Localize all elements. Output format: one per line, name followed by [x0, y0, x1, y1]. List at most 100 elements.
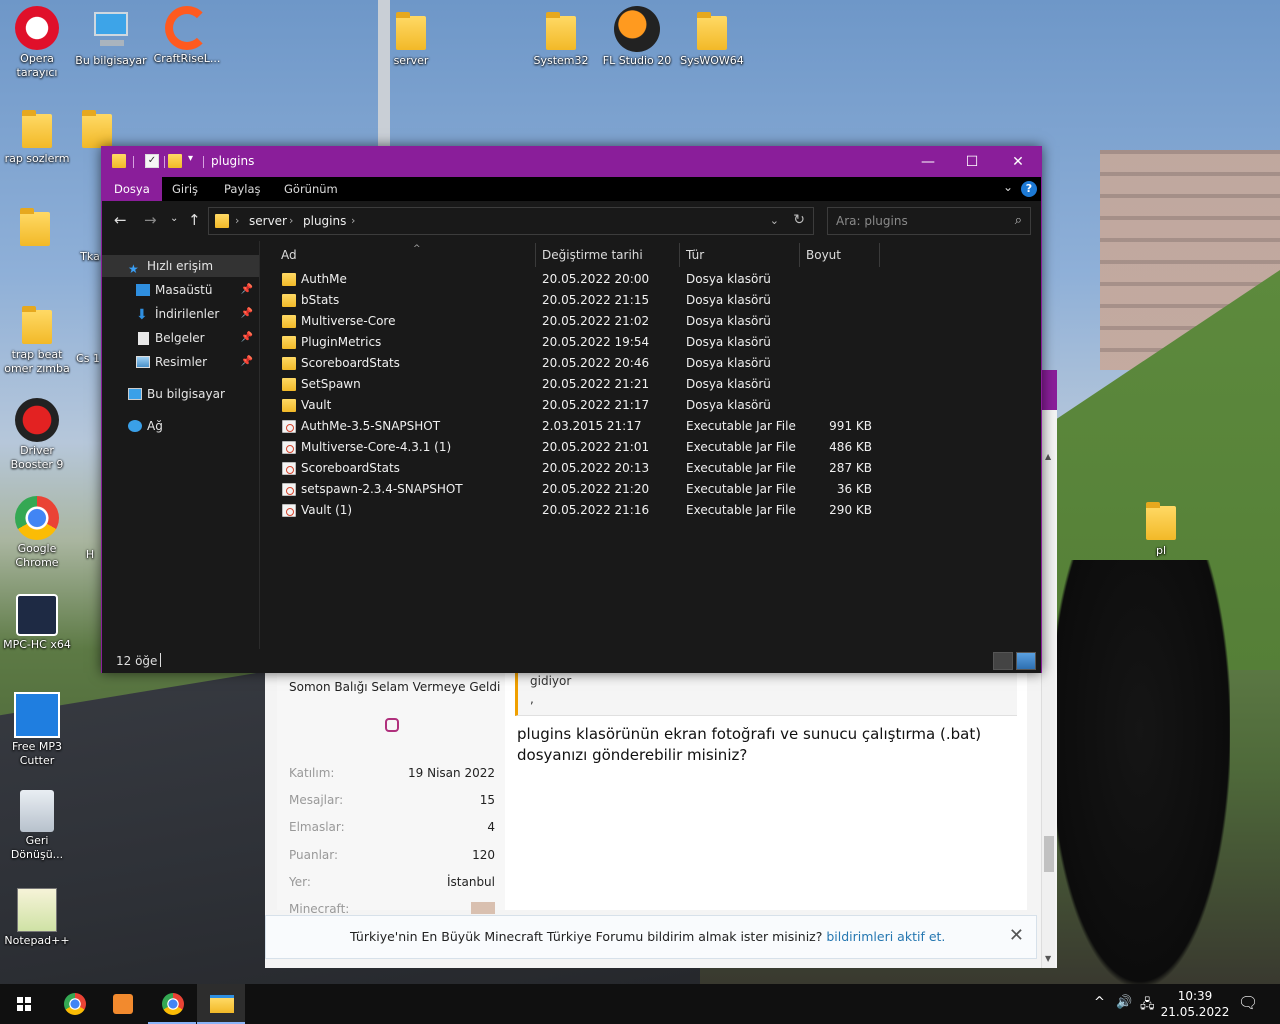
column-header-size[interactable]: Boyut: [800, 243, 880, 267]
desktop-icon-free-mp3-cutter[interactable]: Free MP3 Cutter: [0, 692, 74, 768]
scroll-thumb[interactable]: [1044, 836, 1054, 872]
desktop-icon-h[interactable]: H: [76, 548, 104, 562]
desktop-icon-chrome[interactable]: Google Chrome: [0, 496, 74, 570]
nav-network[interactable]: Ağ: [102, 415, 259, 437]
chevron-right-icon[interactable]: ›: [235, 214, 239, 227]
file-size: 290 KB: [829, 503, 872, 517]
nav-pictures[interactable]: Resimler 📌: [102, 351, 259, 373]
column-header-name[interactable]: Ad ^: [275, 243, 536, 267]
desktop-icon-folder-hidden[interactable]: [0, 202, 70, 250]
help-icon[interactable]: ?: [1021, 181, 1037, 197]
back-icon[interactable]: ←: [114, 211, 127, 229]
network-icon[interactable]: 🖧: [1140, 995, 1155, 1017]
large-icons-view-button[interactable]: [1016, 652, 1036, 670]
pin-icon[interactable]: 📌: [241, 279, 253, 301]
jar-file-icon: [282, 462, 296, 475]
file-row[interactable]: Vault 20.05.2022 21:17 Dosya klasörü: [261, 395, 1041, 416]
nav-quick-access[interactable]: ★ Hızlı erişim: [102, 255, 259, 277]
search-input[interactable]: [836, 213, 1006, 229]
clock[interactable]: 10:39 21.05.2022: [1160, 988, 1230, 1020]
show-hidden-icons-icon[interactable]: ^: [1094, 995, 1105, 1010]
search-box[interactable]: ⌕: [827, 207, 1031, 235]
desktop-icon-this-pc[interactable]: Bu bilgisayar: [74, 6, 148, 68]
forward-icon[interactable]: →: [144, 211, 157, 229]
properties-icon[interactable]: ✓: [145, 154, 159, 168]
desktop-icon-cs[interactable]: Cs 1: [74, 352, 102, 366]
file-row[interactable]: AuthMe 20.05.2022 20:00 Dosya klasörü: [261, 269, 1041, 290]
file-row[interactable]: bStats 20.05.2022 21:15 Dosya klasörü: [261, 290, 1041, 311]
file-size: 486 KB: [829, 440, 872, 454]
column-header-type[interactable]: Tür: [680, 243, 800, 267]
file-row[interactable]: setspawn-2.3.4-SNAPSHOT 20.05.2022 21:20 E…: [261, 479, 1041, 500]
title-bar[interactable]: ✓ ▾ plugins — ☐ ✕: [102, 147, 1041, 177]
tab-giris[interactable]: Giriş: [172, 177, 198, 201]
chevron-right-icon[interactable]: ›: [289, 214, 293, 227]
close-button[interactable]: ✕: [995, 147, 1041, 177]
browser-scrollbar[interactable]: ▲ ▼: [1041, 450, 1055, 968]
desktop-icon-notepadpp[interactable]: Notepad++: [0, 888, 74, 948]
desktop-icon-syswow64[interactable]: SysWOW64: [675, 6, 749, 68]
volume-icon[interactable]: 🔊: [1116, 995, 1132, 1010]
desktop-icon-fl-studio[interactable]: FL Studio 20: [600, 6, 674, 68]
nav-this-pc[interactable]: Bu bilgisayar: [102, 383, 259, 405]
file-row[interactable]: ScoreboardStats 20.05.2022 20:13 Executabl…: [261, 458, 1041, 479]
file-row[interactable]: Multiverse-Core 20.05.2022 21:02 Dosya kla…: [261, 311, 1041, 332]
refresh-icon[interactable]: ↻: [793, 212, 805, 228]
taskbar-file-explorer[interactable]: [197, 984, 245, 1024]
desktop-icon-user-folder[interactable]: [74, 104, 112, 152]
instagram-icon[interactable]: [385, 718, 399, 732]
taskbar-chrome-profile[interactable]: [148, 984, 196, 1024]
file-row[interactable]: Vault (1) 20.05.2022 21:16 Executable Jar …: [261, 500, 1041, 521]
file-row[interactable]: PluginMetrics 20.05.2022 19:54 Dosya klasö…: [261, 332, 1041, 353]
close-icon[interactable]: ✕: [1009, 925, 1024, 946]
desktop-icon-rap-sozlerm[interactable]: rap sozlerm: [0, 104, 74, 166]
desktop-icon-trap-beat[interactable]: trap beat omer zımba: [0, 300, 74, 376]
new-folder-icon[interactable]: [168, 154, 182, 168]
quick-access-dropdown-icon[interactable]: ▾: [188, 153, 202, 167]
tab-paylas[interactable]: Paylaş: [224, 177, 261, 201]
up-icon[interactable]: ↑: [188, 211, 201, 229]
pin-icon[interactable]: 📌: [241, 351, 253, 373]
pin-icon[interactable]: 📌: [241, 303, 253, 325]
notification-enable-link[interactable]: bildirimleri aktif et.: [826, 929, 945, 944]
tab-gorunum[interactable]: Görünüm: [284, 177, 338, 201]
file-row[interactable]: ScoreboardStats 20.05.2022 20:46 Dosya kla…: [261, 353, 1041, 374]
desktop-icon-opera[interactable]: Opera tarayıcı: [0, 6, 74, 80]
file-row[interactable]: AuthMe-3.5-SNAPSHOT 2.03.2015 21:17 Execut…: [261, 416, 1041, 437]
breadcrumb-server[interactable]: server: [249, 214, 287, 228]
desktop-icon-mpc-hc[interactable]: MPC-HC x64: [0, 594, 74, 652]
desktop-icon-label: Cs 1: [76, 352, 100, 365]
taskbar-chrome[interactable]: [50, 984, 98, 1024]
chevron-right-icon[interactable]: ›: [351, 214, 355, 227]
file-row[interactable]: Multiverse-Core-4.3.1 (1) 20.05.2022 21:0…: [261, 437, 1041, 458]
notifications-icon[interactable]: 🗨: [1238, 993, 1258, 1012]
pin-icon[interactable]: 📌: [241, 327, 253, 349]
desktop-icon-system32[interactable]: System32: [524, 6, 598, 68]
nav-desktop[interactable]: Masaüstü 📌: [102, 279, 259, 301]
nav-downloads[interactable]: ⬇ İndirilenler 📌: [102, 303, 259, 325]
start-button[interactable]: [0, 984, 48, 1024]
maximize-button[interactable]: ☐: [949, 147, 995, 177]
desktop-icon-driver-booster[interactable]: Driver Booster 9: [0, 398, 74, 472]
file-size: 991 KB: [829, 419, 872, 433]
desktop-icon-pl[interactable]: pl: [1124, 496, 1198, 558]
desktop-icon-tka[interactable]: Tka: [76, 250, 104, 264]
file-row[interactable]: SetSpawn 20.05.2022 21:21 Dosya klasörü: [261, 374, 1041, 395]
tab-dosya[interactable]: Dosya: [102, 177, 162, 201]
minimize-button[interactable]: —: [905, 147, 951, 177]
nav-documents[interactable]: Belgeler 📌: [102, 327, 259, 349]
chevron-down-icon[interactable]: ⌄: [1003, 180, 1013, 194]
scroll-up-icon[interactable]: ▲: [1045, 452, 1051, 461]
taskbar-media-player[interactable]: [98, 984, 146, 1024]
desktop-icon-recycle-bin[interactable]: Geri Dönüşü...: [0, 790, 74, 862]
column-header-date[interactable]: Değiştirme tarihi: [536, 243, 680, 267]
breadcrumb-plugins[interactable]: plugins: [303, 214, 346, 228]
details-view-button[interactable]: [993, 652, 1013, 670]
desktop-icon-server[interactable]: server: [374, 6, 448, 68]
folder-icon: [282, 294, 296, 307]
scroll-down-icon[interactable]: ▼: [1045, 954, 1051, 963]
chevron-down-icon[interactable]: ⌄: [770, 214, 779, 227]
recent-locations-icon[interactable]: ⌄: [170, 213, 178, 224]
address-bar[interactable]: › server › plugins › ⌄ ↻: [208, 207, 814, 235]
desktop-icon-craftrise[interactable]: CraftRiseL...: [150, 6, 224, 66]
